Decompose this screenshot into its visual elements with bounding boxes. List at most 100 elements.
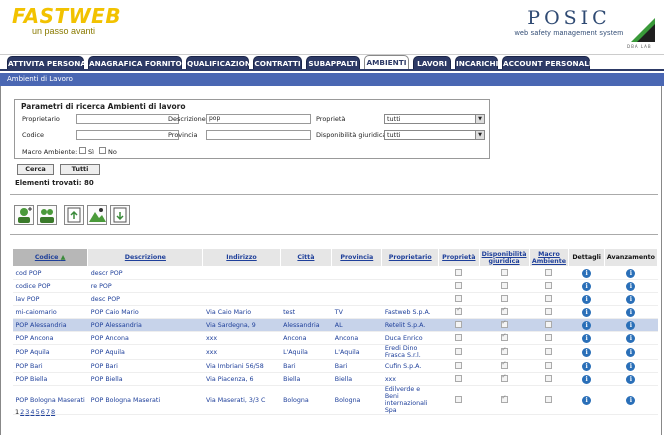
avanzamento-info-icon[interactable]: i: [626, 374, 636, 384]
col-header-macro-ambiente[interactable]: Macro Ambiente: [528, 248, 570, 267]
page-link[interactable]: 8: [51, 408, 55, 416]
tab-subappalti[interactable]: SUBAPPALTI: [306, 56, 360, 70]
cell-citta: [280, 279, 332, 293]
page-link[interactable]: 3: [25, 408, 29, 416]
dba-logo-icon: [631, 18, 655, 42]
cell-avanzamento: i: [604, 344, 658, 360]
avanzamento-info-icon[interactable]: i: [626, 307, 636, 317]
proprietario-input[interactable]: [76, 114, 179, 124]
dettagli-info-icon[interactable]: i: [582, 361, 592, 371]
table-row[interactable]: mi-caiomario POP Caio Mario Via Caio Mario…: [12, 305, 658, 319]
table-row[interactable]: lav POP desc POP i i: [12, 292, 658, 306]
col-header-citta[interactable]: Città: [279, 248, 333, 267]
pagination: 12345678: [15, 408, 56, 416]
add-person-group-icon[interactable]: [37, 205, 57, 225]
cell-indirizzo: xxx: [202, 344, 281, 360]
avanzamento-info-icon[interactable]: i: [626, 395, 636, 405]
page-link[interactable]: 4: [30, 408, 34, 416]
col-header-codice[interactable]: Codice ▲: [11, 248, 89, 267]
proprieta-label: Proprietà: [316, 115, 346, 123]
add-person-icon[interactable]: [14, 205, 34, 225]
dettagli-info-icon[interactable]: i: [582, 333, 592, 343]
dettagli-info-icon[interactable]: i: [582, 374, 592, 384]
table-row[interactable]: codice POP re POP i i: [12, 279, 658, 293]
page-link[interactable]: 5: [36, 408, 40, 416]
col-header-descrizione[interactable]: Descrizione: [87, 248, 204, 267]
search-panel: Parametri di ricerca Ambienti di lavoro …: [14, 99, 490, 159]
cerca-button[interactable]: Cerca: [17, 164, 54, 175]
avanzamento-info-icon[interactable]: i: [626, 347, 636, 357]
cell-indirizzo: Via Piacenza, 6: [202, 372, 281, 386]
avanzamento-info-icon[interactable]: i: [626, 361, 636, 371]
table-row[interactable]: POP Alessandria POP Alessandria Via Sardeg…: [12, 318, 658, 332]
avanzamento-info-icon[interactable]: i: [626, 281, 636, 291]
cell-macro: [529, 279, 569, 293]
upload-map-icon[interactable]: [87, 205, 107, 225]
cell-dettagli: i: [568, 359, 605, 373]
chevron-down-icon[interactable]: ▼: [475, 131, 484, 139]
cell-macro: [529, 266, 569, 280]
found-count: Elementi trovati: 80: [15, 179, 94, 187]
cell-macro: [529, 292, 569, 306]
tab-attivita-personali[interactable]: ATTIVITA PERSONALI: [7, 56, 93, 70]
cell-proprietario: Cufin S.p.A.: [381, 359, 439, 373]
tab-anagrafica-fornitori[interactable]: ANAGRAFICA FORNITORI: [88, 56, 190, 70]
tab-qualificazioni[interactable]: QUALIFICAZIONI: [186, 56, 254, 70]
cell-provincia: L'Aquila: [331, 344, 382, 360]
tab-lavori[interactable]: LAVORI: [413, 56, 451, 70]
table-row[interactable]: POP Aquila POP Aquila xxx L'Aquila L'Aquila E…: [12, 344, 658, 360]
dettagli-info-icon[interactable]: i: [582, 281, 592, 291]
dettagli-info-icon[interactable]: i: [582, 347, 592, 357]
col-header-provincia[interactable]: Provincia: [331, 248, 383, 267]
col-header-disponibilita[interactable]: Disponibilità giuridica: [478, 248, 530, 267]
proprieta-select[interactable]: tutti ▼: [384, 114, 485, 124]
tab-account-personale[interactable]: ACCOUNT PERSONALE: [502, 56, 594, 70]
table-row[interactable]: POP Bologna Maserati POP Bologna Maserati…: [12, 385, 658, 415]
descrizione-label: Descrizione: [168, 115, 206, 123]
table-row[interactable]: POP Biella POP Biella Via Piacenza, 6 Biell…: [12, 372, 658, 386]
tab-ambienti[interactable]: AMBIENTI: [364, 55, 409, 70]
table-row[interactable]: POP Ancona POP Ancona xxx Ancona Ancona Duca …: [12, 331, 658, 345]
tutti-button[interactable]: Tutti: [60, 164, 100, 175]
col-header-proprieta[interactable]: Proprietà: [438, 248, 480, 267]
page-link[interactable]: 7: [46, 408, 50, 416]
cell-citta: Ancona: [280, 331, 332, 345]
chevron-down-icon[interactable]: ▼: [475, 115, 484, 123]
cell-descrizione: POP Ancona: [87, 331, 203, 345]
dettagli-info-icon[interactable]: i: [582, 395, 592, 405]
tab-underline: [0, 69, 664, 71]
cell-indirizzo: Via Imbriani 56/58: [202, 359, 281, 373]
avanzamento-info-icon[interactable]: i: [626, 320, 636, 330]
dettagli-info-icon[interactable]: i: [582, 294, 592, 304]
table-row[interactable]: cod POP descr POP i i: [12, 266, 658, 280]
cell-provincia: Bari: [331, 359, 382, 373]
cell-codice: POP Aquila: [12, 344, 88, 360]
macro-si-checkbox[interactable]: [79, 147, 86, 154]
upload-document-icon[interactable]: [64, 205, 84, 225]
disponibilita-select[interactable]: tutti ▼: [384, 130, 485, 140]
dettagli-info-icon[interactable]: i: [582, 320, 592, 330]
main-tabs: ATTIVITA PERSONALI ANAGRAFICA FORNITORI …: [0, 55, 664, 70]
prop-checkbox: [455, 396, 463, 404]
tab-incarichi[interactable]: INCARICHI: [455, 56, 498, 70]
col-header-proprietario[interactable]: Proprietario: [381, 248, 440, 267]
avanzamento-info-icon[interactable]: i: [626, 333, 636, 343]
col-header-indirizzo[interactable]: Indirizzo: [202, 248, 281, 267]
dettagli-info-icon[interactable]: i: [582, 307, 592, 317]
cell-disp: [479, 292, 530, 306]
avanzamento-info-icon[interactable]: i: [626, 294, 636, 304]
download-document-icon[interactable]: [110, 205, 130, 225]
page-link[interactable]: 6: [41, 408, 45, 416]
disponibilita-label: Disponibilità giuridica: [316, 131, 387, 139]
dettagli-info-icon[interactable]: i: [582, 268, 592, 278]
tab-contratti[interactable]: CONTRATTI: [253, 56, 302, 70]
page-link[interactable]: 2: [20, 408, 24, 416]
page-link[interactable]: 1: [15, 408, 19, 416]
codice-input[interactable]: [76, 130, 179, 140]
descrizione-input[interactable]: pop: [206, 114, 311, 124]
provincia-input[interactable]: [206, 130, 311, 140]
macro-no-checkbox[interactable]: [99, 147, 106, 154]
table-row[interactable]: POP Bari POP Bari Via Imbriani 56/58 Bari Ba…: [12, 359, 658, 373]
posic-logo: POSIC web safety management system: [514, 7, 624, 37]
avanzamento-info-icon[interactable]: i: [626, 268, 636, 278]
